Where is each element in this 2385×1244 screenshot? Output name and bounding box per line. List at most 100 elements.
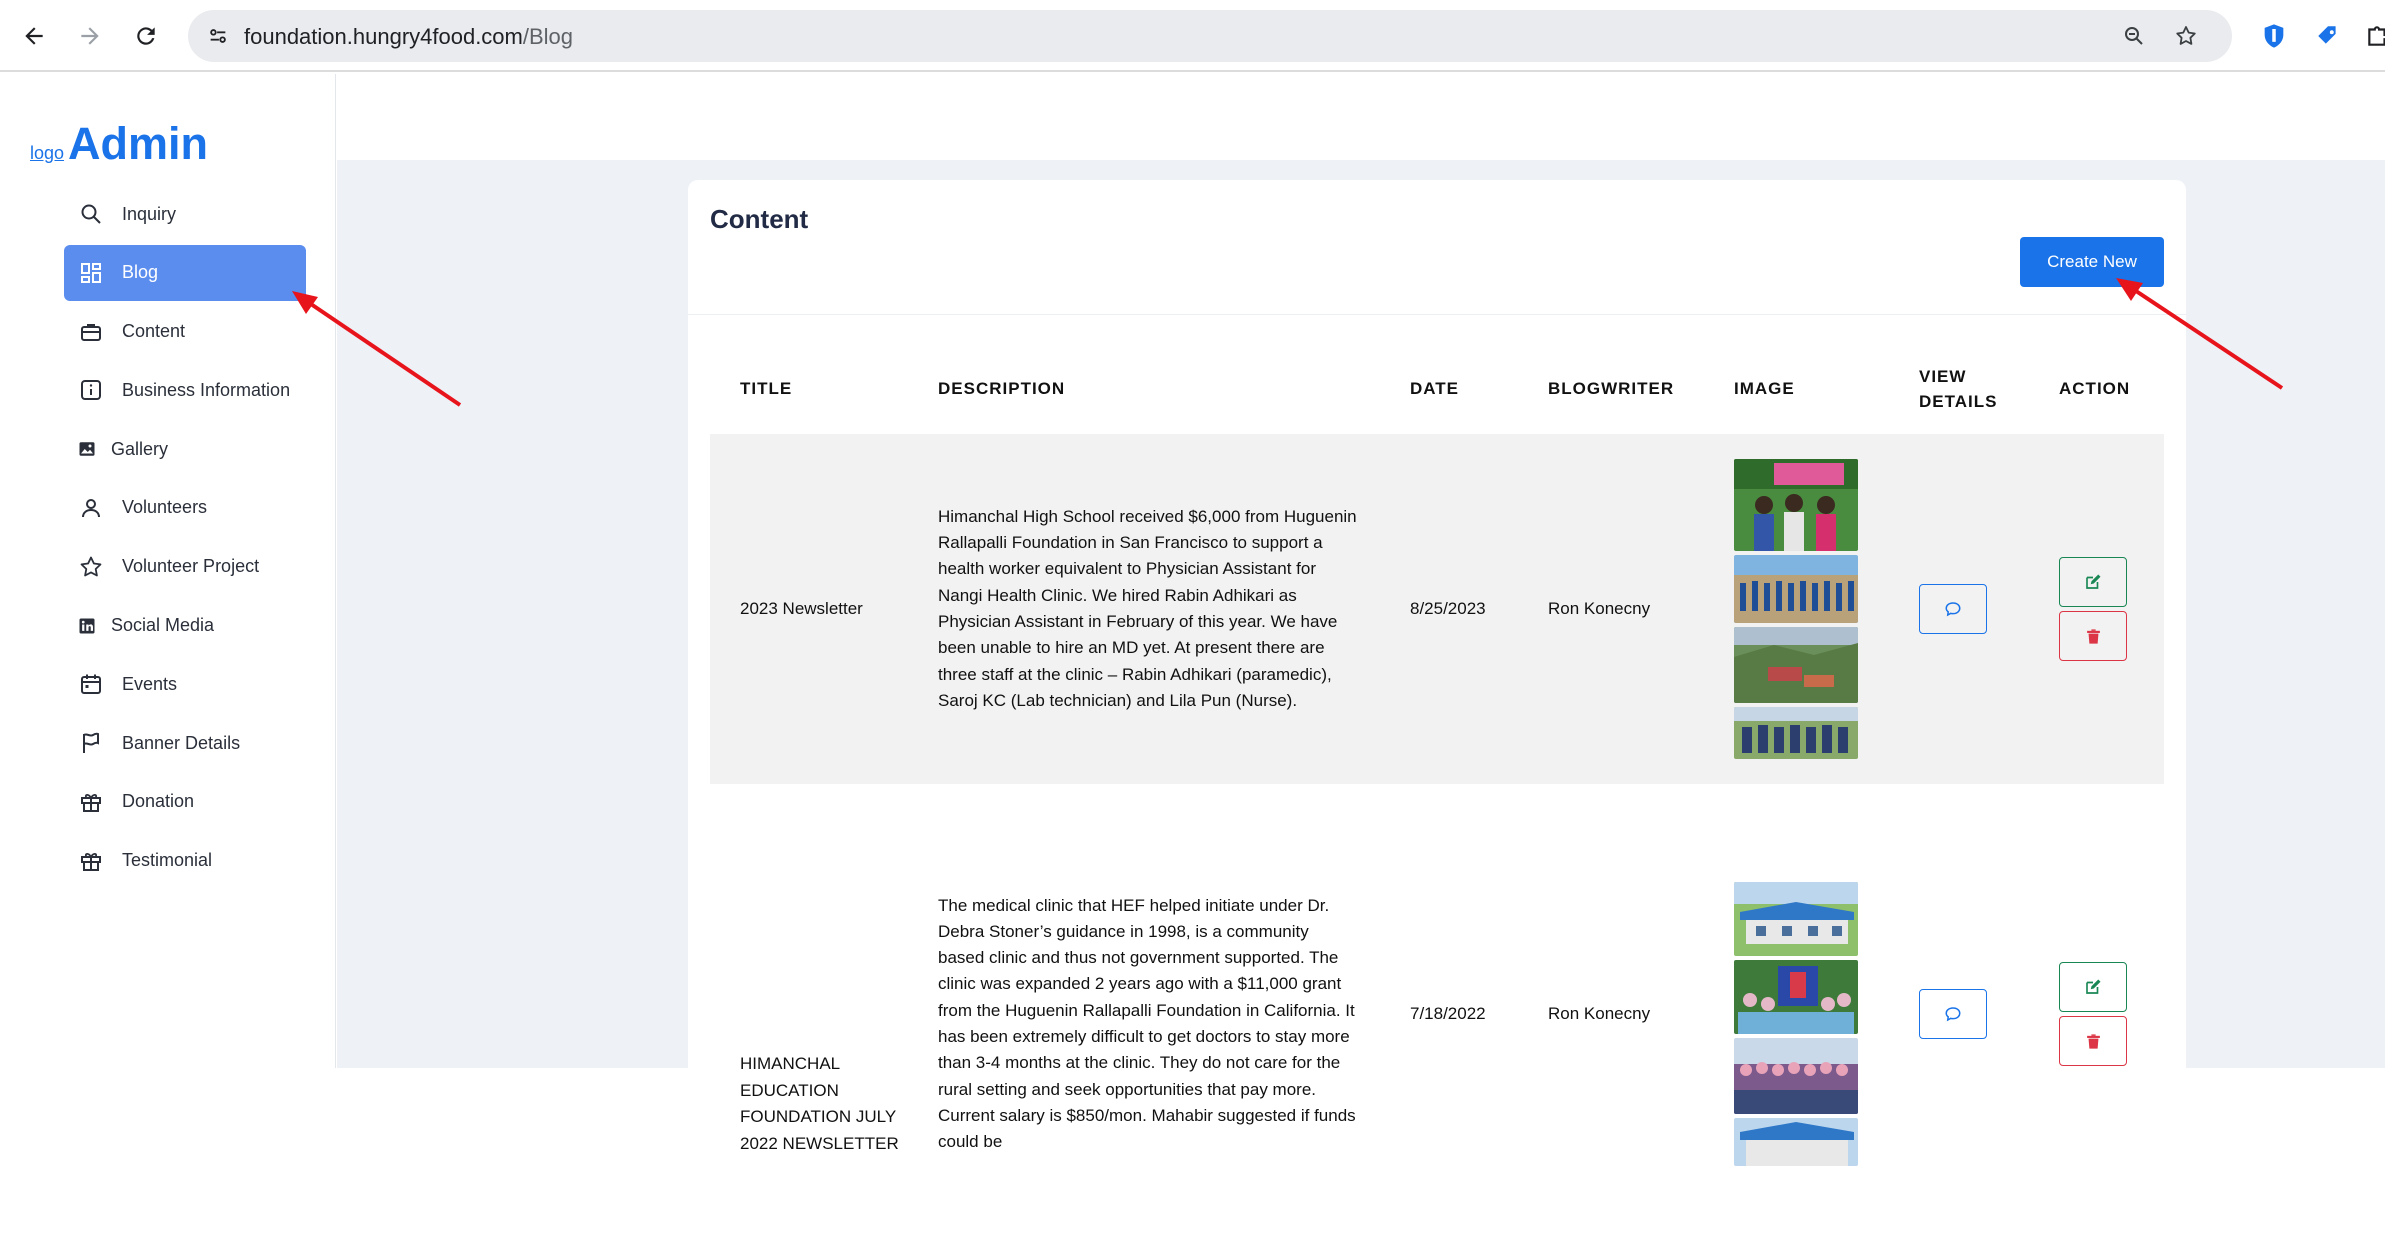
flag-icon — [78, 730, 104, 756]
table-row: 2023 Newsletter Himanchal High School re… — [710, 434, 2164, 784]
sidebar-item-label: Content — [122, 321, 186, 342]
tag-extension-icon[interactable] — [2312, 20, 2344, 52]
arrow-right-icon — [81, 27, 99, 45]
url-path: /Blog — [522, 24, 574, 49]
main-header — [337, 74, 2385, 160]
thumbnail-image[interactable] — [1734, 707, 1858, 759]
trash-icon — [2086, 1033, 2100, 1049]
row-description: Himanchal High School received $6,000 fr… — [938, 506, 1357, 710]
comment-icon — [1945, 1007, 1961, 1022]
sidebar-item-label: Testimonial — [122, 850, 213, 871]
sidebar-item-label: Banner Details — [122, 732, 241, 753]
column-header-view-details: VIEW DETAILS — [1919, 367, 1998, 411]
sidebar-item-label: Social Media — [111, 615, 215, 636]
briefcase-icon — [78, 319, 104, 345]
sidebar-item-gallery[interactable]: Gallery — [64, 421, 306, 477]
forward-button[interactable] — [72, 18, 108, 54]
row-description-cell: Himanchal High School received $6,000 fr… — [908, 434, 1380, 784]
delete-button[interactable] — [2059, 1016, 2127, 1066]
dashboard-icon — [78, 260, 104, 286]
sidebar-item-label: Inquiry — [122, 203, 177, 224]
reload-button[interactable] — [128, 18, 164, 54]
row-title: HIMANCHAL EDUCATION FOUNDATION JULY 2022… — [740, 1054, 899, 1153]
row-title-cell: HIMANCHAL EDUCATION FOUNDATION JULY 2022… — [710, 784, 908, 1244]
shield-extension-icon[interactable] — [2258, 20, 2290, 52]
url-text: foundation.hungry4food.com/Blog — [244, 24, 573, 50]
sidebar-item-label: Volunteers — [122, 497, 208, 518]
sidebar-menu: Inquiry Blog Content Business Informatio… — [64, 186, 306, 892]
sidebar-item-banner-details[interactable]: Banner Details — [64, 715, 306, 771]
thumbnail-image[interactable] — [1734, 882, 1858, 956]
sidebar-item-events[interactable]: Events — [64, 656, 306, 712]
sidebar-item-label: Events — [122, 673, 178, 694]
search-icon — [78, 201, 104, 227]
thumbnail-image[interactable] — [1734, 1038, 1858, 1114]
column-header-title: TITLE — [740, 379, 793, 398]
sidebar-item-inquiry[interactable]: Inquiry — [64, 186, 306, 242]
sidebar-item-business-information[interactable]: Business Information — [64, 362, 306, 418]
sidebar-item-blog[interactable]: Blog — [64, 244, 306, 301]
thumbnail-image[interactable] — [1734, 459, 1858, 551]
thumbnail-image[interactable] — [1734, 1118, 1858, 1166]
star-icon — [78, 554, 104, 580]
info-icon — [78, 377, 104, 403]
browser-toolbar: foundation.hungry4food.com/Blog — [0, 0, 2385, 72]
gift-icon — [78, 789, 104, 815]
sidebar-item-volunteer-project[interactable]: Volunteer Project — [64, 539, 306, 595]
table-header-row: TITLE DESCRIPTION DATE BLOGWRITER IMAGE … — [710, 344, 2164, 434]
sidebar-item-social-media[interactable]: Social Media — [64, 598, 306, 654]
edit-button[interactable] — [2059, 962, 2127, 1012]
sidebar-item-content[interactable]: Content — [64, 304, 306, 360]
comment-icon — [1945, 602, 1961, 617]
row-description: The medical clinic that HEF helped initi… — [938, 895, 1356, 1152]
thumbnail-image[interactable] — [1734, 555, 1858, 623]
row-writer: Ron Konecny — [1548, 1004, 1651, 1023]
view-details-button[interactable] — [1919, 989, 1987, 1039]
zoom-icon[interactable] — [2120, 22, 2148, 50]
row-view-cell — [1889, 434, 2029, 784]
site-info-icon[interactable] — [202, 20, 234, 52]
user-icon — [78, 495, 104, 521]
logo-image-alt: logo — [30, 143, 65, 163]
column-header-blogwriter: BLOGWRITER — [1548, 379, 1675, 398]
row-date: 8/25/2023 — [1380, 434, 1518, 784]
brand-title: Admin — [68, 118, 209, 169]
delete-button[interactable] — [2059, 611, 2127, 661]
reload-icon — [137, 27, 155, 45]
sidebar-item-label: Blog — [122, 262, 159, 283]
row-images — [1704, 784, 1889, 1244]
column-header-action: ACTION — [2059, 379, 2131, 398]
create-new-button[interactable]: Create New — [2020, 237, 2164, 287]
trash-icon — [2086, 628, 2100, 644]
table-row: HIMANCHAL EDUCATION FOUNDATION JULY 2022… — [710, 784, 2164, 1244]
blog-table: TITLE DESCRIPTION DATE BLOGWRITER IMAGE … — [710, 344, 2164, 1244]
edit-icon — [2086, 979, 2101, 994]
sidebar-item-volunteers[interactable]: Volunteers — [64, 480, 306, 536]
row-action-cell — [2029, 784, 2164, 1244]
row-date: 7/18/2022 — [1410, 1004, 1486, 1023]
view-details-button[interactable] — [1919, 584, 1987, 634]
row-action-cell — [2029, 434, 2164, 784]
row-view-cell — [1889, 784, 2029, 1244]
brand[interactable]: logo Admin — [30, 118, 208, 170]
edit-button[interactable] — [2059, 557, 2127, 607]
row-images — [1704, 434, 1889, 784]
content-card: Content Create New TITLE DESCRIPTION DAT… — [688, 180, 2186, 1166]
back-button[interactable] — [16, 18, 52, 54]
thumbnail-image[interactable] — [1734, 960, 1858, 1034]
calendar-icon — [78, 671, 104, 697]
bookmark-star-icon[interactable] — [2172, 22, 2200, 50]
page-title: Content — [710, 204, 809, 234]
sidebar: logo Admin Inquiry Blog Content Business… — [0, 74, 336, 1068]
row-writer: Ron Konecny — [1518, 434, 1704, 784]
sidebar-item-label: Donation — [122, 791, 195, 812]
row-description-cell: The medical clinic that HEF helped initi… — [908, 784, 1380, 1244]
gift-icon — [78, 848, 104, 874]
sidebar-item-donation[interactable]: Donation — [64, 774, 306, 830]
url-host: foundation.hungry4food.com — [244, 24, 523, 49]
address-bar[interactable]: foundation.hungry4food.com/Blog — [188, 10, 2232, 62]
sidebar-item-testimonial[interactable]: Testimonial — [64, 833, 306, 889]
thumbnail-image[interactable] — [1734, 627, 1858, 703]
linkedin-icon — [78, 613, 96, 639]
puzzle-extension-icon[interactable] — [2362, 20, 2385, 52]
